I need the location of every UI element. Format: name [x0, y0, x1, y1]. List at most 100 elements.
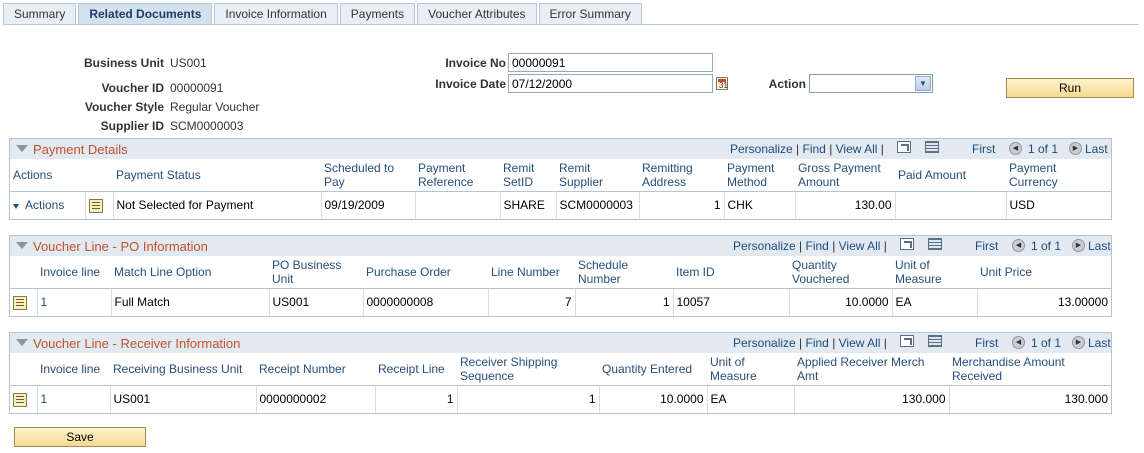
- col-header: Scheduled to Pay: [321, 159, 415, 192]
- invoice-line[interactable]: 1: [37, 288, 112, 316]
- download-grid-icon[interactable]: [928, 335, 942, 347]
- po-business-unit: US001: [269, 288, 364, 316]
- personalize-link[interactable]: Personalize: [733, 336, 796, 350]
- col-header: [85, 159, 113, 192]
- col-header: Payment Reference: [415, 159, 500, 192]
- gross-payment-amount: 130.00: [795, 191, 896, 219]
- run-button[interactable]: Run: [1006, 78, 1134, 98]
- applied-receiver-merch-amt: 130.000: [794, 385, 950, 413]
- save-button[interactable]: Save: [14, 427, 146, 447]
- line-number: 7: [488, 288, 576, 316]
- match-line-option: Full Match: [111, 288, 270, 316]
- voucher-id-label: Voucher ID: [101, 81, 164, 95]
- voucher-style-label: Voucher Style: [84, 100, 164, 114]
- next-icon[interactable]: ▶: [1072, 336, 1085, 349]
- collapse-icon[interactable]: [16, 145, 28, 152]
- grid-header: Payment Details Personalize | Find | Vie…: [10, 139, 1111, 159]
- voucher-style-value: Regular Voucher: [170, 100, 260, 114]
- tab-payments[interactable]: Payments: [339, 3, 416, 24]
- receipt-line: 1: [375, 385, 458, 413]
- table-row: 1 Full Match US001 0000000008 7 1 10057 …: [10, 288, 1111, 316]
- find-link[interactable]: Find: [806, 239, 829, 253]
- table-row: 1 US001 0000000002 1 1 10.0000 EA 130.00…: [10, 385, 1111, 413]
- grid-nav: Personalize | Find | View All |: [730, 142, 884, 156]
- grid-nav: Personalize | Find | View All |: [733, 239, 887, 253]
- download-grid-icon[interactable]: [925, 141, 939, 153]
- paging-label: 1 of 1: [1031, 336, 1062, 350]
- paging-label: 1 of 1: [1031, 239, 1062, 253]
- col-header: Remit Supplier: [556, 159, 639, 192]
- col-header: Match Line Option: [111, 256, 269, 289]
- find-link[interactable]: Find: [806, 336, 829, 350]
- first-label: First: [975, 336, 999, 350]
- col-header: Actions: [10, 159, 85, 192]
- first-label: First: [972, 142, 996, 156]
- receiving-business-unit: US001: [110, 385, 257, 413]
- action-label: Action: [768, 77, 806, 91]
- invoice-line-link[interactable]: 1: [41, 392, 48, 406]
- view-all-link[interactable]: View All: [839, 239, 881, 253]
- tab-summary[interactable]: Summary: [3, 3, 77, 24]
- grid-header: Voucher Line - PO Information Personaliz…: [10, 236, 1111, 256]
- tab-divider: [3, 24, 1139, 25]
- zoom-icon[interactable]: [900, 238, 914, 250]
- find-link[interactable]: Find: [803, 142, 826, 156]
- col-header: Payment Method: [724, 159, 795, 192]
- tab-error-summary[interactable]: Error Summary: [538, 3, 642, 24]
- col-header: Invoice line: [37, 353, 110, 386]
- caret-down-icon: [13, 203, 19, 209]
- previous-icon[interactable]: ◀: [1009, 142, 1022, 155]
- download-grid-icon[interactable]: [928, 238, 942, 250]
- grid-header: Voucher Line - Receiver Information Pers…: [10, 333, 1111, 353]
- remit-supplier: SCM0000003: [556, 191, 640, 219]
- invoice-line-link[interactable]: 1: [41, 295, 48, 309]
- tab-related-documents[interactable]: Related Documents: [78, 3, 213, 25]
- personalize-link[interactable]: Personalize: [730, 142, 793, 156]
- collapse-icon[interactable]: [16, 339, 28, 346]
- calendar-icon[interactable]: 31: [716, 77, 728, 90]
- quantity-vouchered: 10.0000: [789, 288, 893, 316]
- col-header: Paid Amount: [895, 159, 1006, 192]
- col-header: Line Number: [488, 256, 575, 289]
- unit-of-measure: EA: [892, 288, 978, 316]
- col-header: Gross Payment Amount: [795, 159, 895, 192]
- previous-icon[interactable]: ◀: [1012, 239, 1025, 252]
- scheduled-to-pay: 09/19/2009: [321, 191, 416, 219]
- col-header: [10, 353, 37, 386]
- col-header: Receipt Number: [256, 353, 375, 386]
- invoice-line[interactable]: 1: [37, 385, 111, 413]
- tab-voucher-attributes[interactable]: Voucher Attributes: [417, 3, 537, 24]
- view-all-link[interactable]: View All: [836, 142, 878, 156]
- previous-icon[interactable]: ◀: [1012, 336, 1025, 349]
- document-icon[interactable]: [13, 392, 27, 407]
- col-header: Merchandise Amount Received: [949, 353, 1111, 386]
- action-select[interactable]: ▼: [809, 74, 933, 93]
- next-icon[interactable]: ▶: [1069, 142, 1082, 155]
- invoice-date-label: Invoice Date: [435, 77, 506, 91]
- payment-status: Not Selected for Payment: [113, 191, 322, 219]
- invoice-date-input[interactable]: [508, 74, 713, 93]
- personalize-link[interactable]: Personalize: [733, 239, 796, 253]
- document-icon[interactable]: [88, 198, 103, 213]
- actions-cell[interactable]: Actions: [10, 191, 86, 219]
- item-id: 10057: [673, 288, 790, 316]
- paging-label: 1 of 1: [1028, 142, 1059, 156]
- actions-link[interactable]: Actions: [25, 198, 64, 212]
- next-icon[interactable]: ▶: [1072, 239, 1085, 252]
- document-icon[interactable]: [13, 295, 27, 310]
- merchandise-amount-received: 130.000: [1064, 392, 1108, 407]
- view-all-link[interactable]: View All: [839, 336, 881, 350]
- zoom-icon[interactable]: [900, 335, 914, 347]
- schedule-number: 1: [575, 288, 674, 316]
- zoom-icon[interactable]: [897, 141, 911, 153]
- chevron-down-icon[interactable]: ▼: [915, 76, 931, 91]
- invoice-no-input[interactable]: [508, 53, 713, 72]
- col-header: Remit SetID: [500, 159, 556, 192]
- col-header: Receipt Line: [375, 353, 457, 386]
- tab-invoice-information[interactable]: Invoice Information: [214, 3, 338, 24]
- voucher-id-value: 00000091: [170, 81, 224, 95]
- quantity-entered: 10.0000: [599, 385, 708, 413]
- collapse-icon[interactable]: [16, 242, 28, 249]
- payment-method: CHK: [724, 191, 796, 219]
- receiver-information-table: Invoice line Receiving Business Unit Rec…: [10, 353, 1111, 413]
